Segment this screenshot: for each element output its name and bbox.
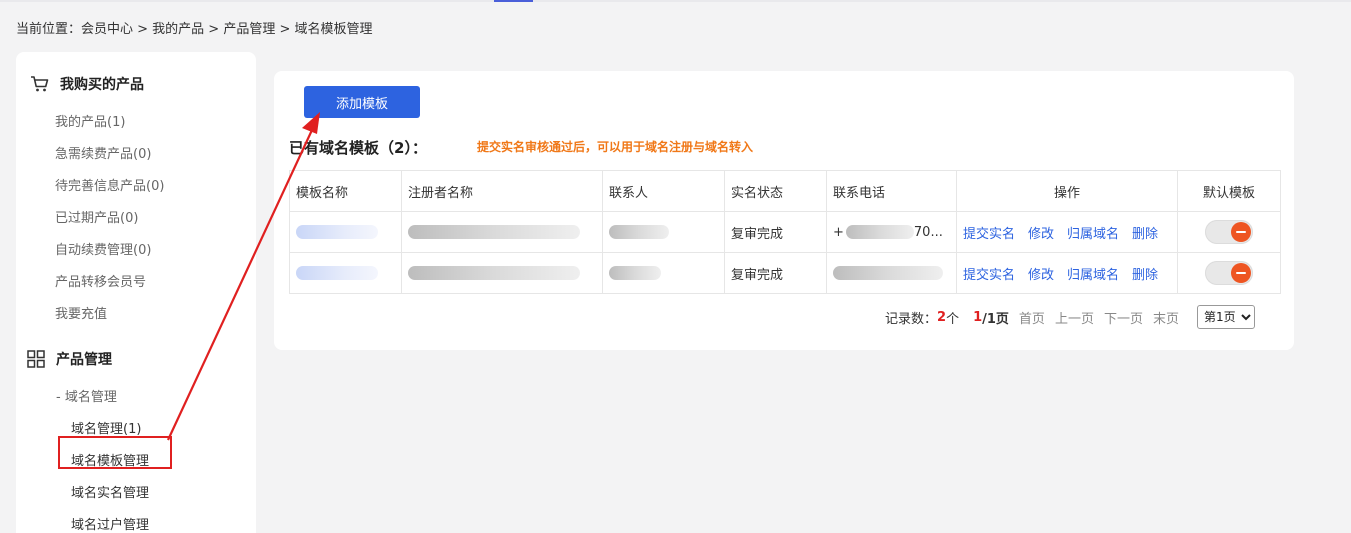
sidebar-item-domain-management[interactable]: 域名管理(1)	[71, 418, 141, 437]
phone-suffix: 70...	[913, 224, 943, 240]
toggle-off-icon	[1231, 222, 1252, 242]
redacted-template-name[interactable]	[296, 225, 378, 239]
template-table: 模板名称 注册者名称 联系人 实名状态 联系电话 操作 默认模板 复审完成 +7…	[289, 170, 1282, 294]
breadcrumb-prefix: 当前位置：	[16, 22, 82, 37]
cart-icon	[30, 74, 50, 94]
redacted-template-name[interactable]	[296, 266, 378, 280]
page-total: /1页	[982, 311, 1009, 327]
pagination: 记录数： 2 个 1 /1页 首页 上一页 下一页 末页 第1页	[885, 305, 1255, 329]
breadcrumb: 当前位置：会员中心 > 我的产品 > 产品管理 > 域名模板管理	[16, 18, 373, 37]
sidebar-item-transfer-account[interactable]: 产品转移会员号	[55, 271, 146, 290]
redacted-phone	[845, 225, 914, 239]
column-header: 默认模板	[1177, 170, 1282, 212]
first-page-link[interactable]: 首页	[1019, 308, 1045, 327]
column-header: 联系电话	[826, 170, 957, 212]
default-template-cell	[1177, 252, 1282, 294]
sidebar-subhead-domain[interactable]: - 域名管理	[56, 386, 117, 405]
phone-prefix: +	[833, 224, 844, 240]
records-label: 记录数：	[885, 311, 938, 327]
phone-cell	[826, 252, 957, 294]
default-template-toggle[interactable]	[1205, 220, 1254, 244]
actions-cell: 提交实名 修改 归属域名 删除	[955, 252, 1179, 294]
page-select[interactable]: 第1页	[1196, 305, 1255, 329]
edit-link[interactable]: 修改	[1028, 227, 1054, 242]
default-template-toggle[interactable]	[1205, 261, 1254, 285]
actions-cell: 提交实名 修改 归属域名 删除	[955, 211, 1179, 253]
contact-cell	[602, 211, 725, 253]
sidebar-section-title: 我购买的产品	[60, 77, 144, 93]
sidebar-item-domain-transfer[interactable]: 域名过户管理	[71, 514, 149, 533]
add-template-button[interactable]: 添加模板	[304, 86, 420, 118]
column-header: 操作	[955, 170, 1179, 212]
sidebar-item-my-products[interactable]: 我的产品(1)	[55, 111, 125, 130]
redacted-contact	[609, 266, 661, 280]
page-current: 1	[973, 309, 983, 325]
redacted-contact	[609, 225, 669, 239]
default-template-cell	[1177, 211, 1282, 253]
submit-realname-link[interactable]: 提交实名	[963, 268, 1015, 283]
sidebar-item-urgent-renewal[interactable]: 急需续费产品(0)	[55, 143, 151, 162]
sidebar-item-auto-renew[interactable]: 自动续费管理(0)	[55, 239, 151, 258]
last-page-link[interactable]: 末页	[1153, 308, 1179, 327]
column-header: 模板名称	[289, 170, 402, 212]
phone-cell: +70...	[826, 211, 957, 253]
sidebar-item-incomplete-info[interactable]: 待完善信息产品(0)	[55, 175, 164, 194]
template-name-cell[interactable]	[289, 211, 402, 253]
column-header: 注册者名称	[401, 170, 603, 212]
redacted-registrant	[408, 225, 580, 239]
column-header: 联系人	[602, 170, 725, 212]
status-cell: 复审完成	[724, 252, 827, 294]
submit-realname-link[interactable]: 提交实名	[963, 227, 1015, 242]
sidebar-section-product-management: 产品管理	[26, 349, 112, 369]
delete-link[interactable]: 删除	[1132, 268, 1158, 283]
registrant-cell	[401, 252, 603, 294]
prev-page-link[interactable]: 上一页	[1055, 308, 1094, 327]
records-count: 2	[937, 309, 947, 325]
template-list-title: 已有域名模板（2）：	[289, 139, 427, 157]
template-name-cell[interactable]	[289, 252, 402, 294]
table-header-row: 模板名称 注册者名称 联系人 实名状态 联系电话 操作 默认模板	[289, 170, 1282, 212]
assigned-domains-link[interactable]: 归属域名	[1067, 227, 1119, 242]
grid-icon	[26, 349, 46, 369]
realname-notice: 提交实名审核通过后，可以用于域名注册与域名转入	[477, 140, 754, 154]
redacted-registrant	[408, 266, 580, 280]
annotation-highlight-box	[58, 436, 172, 469]
top-tab-indicator	[494, 0, 533, 2]
edit-link[interactable]: 修改	[1028, 268, 1054, 283]
sidebar-item-expired[interactable]: 已过期产品(0)	[55, 207, 138, 226]
next-page-link[interactable]: 下一页	[1104, 308, 1143, 327]
registrant-cell	[401, 211, 603, 253]
sidebar-section-title: 产品管理	[56, 352, 112, 368]
table-row: 复审完成 提交实名 修改 归属域名 删除	[289, 252, 1282, 294]
table-row: 复审完成 +70... 提交实名 修改 归属域名 删除	[289, 211, 1282, 253]
assigned-domains-link[interactable]: 归属域名	[1067, 268, 1119, 283]
sidebar-item-domain-realname[interactable]: 域名实名管理	[71, 482, 149, 501]
delete-link[interactable]: 删除	[1132, 227, 1158, 242]
top-border	[0, 0, 1351, 2]
records-unit: 个	[946, 311, 960, 327]
toggle-off-icon	[1231, 263, 1252, 283]
status-cell: 复审完成	[724, 211, 827, 253]
sidebar-item-recharge[interactable]: 我要充值	[55, 303, 107, 322]
column-header: 实名状态	[724, 170, 827, 212]
redacted-phone	[833, 266, 943, 280]
sidebar-section-purchased: 我购买的产品	[30, 74, 144, 94]
breadcrumb-path: 会员中心 > 我的产品 > 产品管理 > 域名模板管理	[81, 22, 373, 37]
contact-cell	[602, 252, 725, 294]
